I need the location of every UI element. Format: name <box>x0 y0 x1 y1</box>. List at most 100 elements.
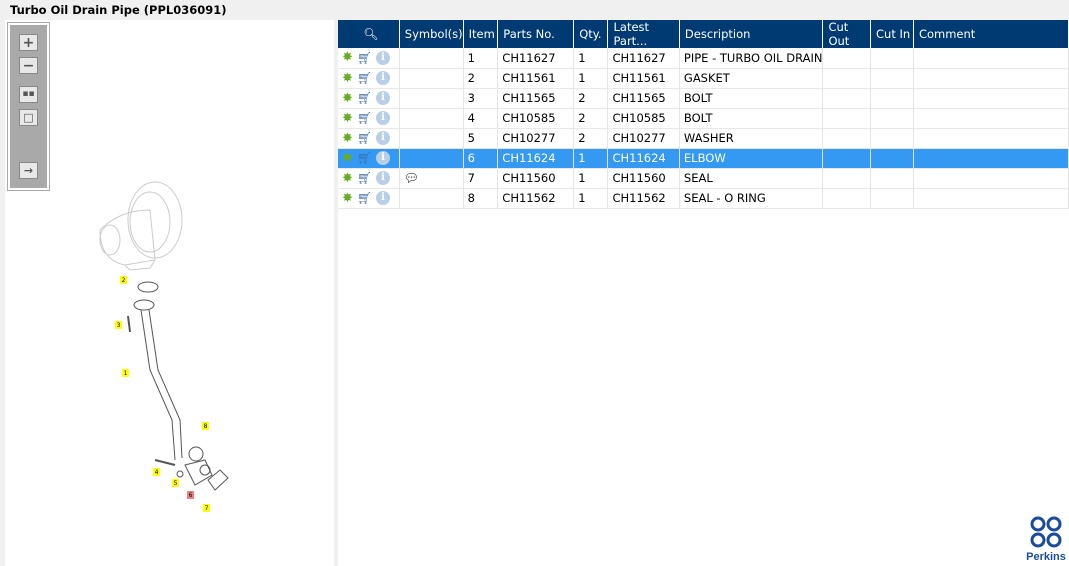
export-button[interactable]: → <box>19 162 38 179</box>
parts-no-cell[interactable]: CH10585 <box>497 108 575 129</box>
row-actions: ✸ 🛒︎ i <box>338 48 400 69</box>
symbol-cell: 💬︎ <box>399 168 464 189</box>
info-icon[interactable]: i <box>376 151 390 165</box>
gear-icon[interactable]: ✸ <box>342 191 354 206</box>
table-row[interactable]: ✸ 🛒︎ i 3 CH11565 2 CH11565 BOLT <box>338 88 1069 109</box>
column-header-comment[interactable]: Comment <box>913 20 1069 48</box>
parts-no-cell[interactable]: CH11560 <box>497 168 575 189</box>
row-actions: ✸ 🛒︎ i <box>338 88 400 109</box>
column-header-description[interactable]: Description <box>679 20 824 48</box>
gear-icon[interactable]: ✸ <box>342 151 354 166</box>
table-row[interactable]: ✸ 🛒︎ i 1 CH11627 1 CH11627 PIPE - TURBO OI… <box>338 48 1069 69</box>
column-header-qty[interactable]: Qty. <box>573 20 609 48</box>
callout-6[interactable]: 6 <box>187 491 194 499</box>
latest-part-cell: CH11624 <box>607 148 680 169</box>
parts-no-cell[interactable]: CH11565 <box>497 88 575 109</box>
description-cell: BOLT <box>679 88 824 109</box>
gear-icon[interactable]: ✸ <box>342 171 354 186</box>
cut-in-cell <box>870 188 914 209</box>
fit-all-button[interactable]: ▪▪ <box>19 86 38 103</box>
callout-3[interactable]: 3 <box>115 321 122 329</box>
svg-text:3: 3 <box>117 322 121 329</box>
column-header-search[interactable]: 🔍︎ <box>338 20 400 48</box>
comment-icon[interactable]: 💬︎ <box>404 171 419 185</box>
latest-part-cell: CH10277 <box>607 128 680 149</box>
square-icon: □ <box>23 111 34 124</box>
fit-window-button[interactable]: □ <box>19 109 38 126</box>
svg-text:8: 8 <box>204 423 208 430</box>
table-row[interactable]: ✸ 🛒︎ i 8 CH11562 1 CH11562 SEAL - O RING <box>338 188 1069 209</box>
info-icon[interactable]: i <box>376 50 390 65</box>
comment-cell <box>913 88 1069 109</box>
cart-icon[interactable]: 🛒︎ <box>357 111 373 125</box>
item-cell: 5 <box>463 128 499 149</box>
gear-icon[interactable]: ✸ <box>342 131 354 146</box>
table-row[interactable]: ✸ 🛒︎ i 4 CH10585 2 CH10585 BOLT <box>338 108 1069 129</box>
grid-icon: ▪▪ <box>22 89 35 99</box>
symbol-cell <box>399 128 464 149</box>
gear-icon[interactable]: ✸ <box>342 91 354 106</box>
parts-no-cell[interactable]: CH11562 <box>497 188 575 209</box>
table-row[interactable]: ✸ 🛒︎ i 5 CH10277 2 CH10277 WASHER <box>338 128 1069 149</box>
row-actions: ✸ 🛒︎ i <box>338 188 400 209</box>
cut-in-cell <box>870 48 914 69</box>
comment-cell <box>913 108 1069 129</box>
parts-no-cell[interactable]: CH11624 <box>497 148 575 169</box>
gear-icon[interactable]: ✸ <box>342 71 354 86</box>
info-icon[interactable]: i <box>376 71 390 85</box>
exploded-parts-drawing[interactable]: 1 2 3 4 5 6 7 8 <box>80 180 260 520</box>
column-header-cut-in[interactable]: Cut In <box>870 20 914 48</box>
latest-part-cell: CH10585 <box>607 108 680 129</box>
cart-icon[interactable]: 🛒︎ <box>357 191 373 205</box>
callout-2[interactable]: 2 <box>120 276 127 284</box>
parts-no-cell[interactable]: CH11561 <box>497 68 575 89</box>
table-row[interactable]: ✸ 🛒︎ i 6 CH11624 1 CH11624 ELBOW <box>338 148 1069 169</box>
row-actions: ✸ 🛒︎ i <box>338 128 400 149</box>
logo-text: Perkins <box>1026 551 1066 563</box>
cart-icon[interactable]: 🛒︎ <box>357 51 373 65</box>
info-icon[interactable]: i <box>376 191 390 205</box>
latest-part-cell: CH11560 <box>607 168 680 189</box>
zoom-in-button[interactable]: + <box>19 34 38 51</box>
gear-icon[interactable]: ✸ <box>342 111 354 126</box>
description-cell: BOLT <box>679 108 824 129</box>
cart-icon[interactable]: 🛒︎ <box>357 151 373 165</box>
info-icon[interactable]: i <box>376 111 390 125</box>
latest-part-cell: CH11561 <box>607 68 680 89</box>
info-icon[interactable]: i <box>376 131 390 145</box>
description-cell: GASKET <box>679 68 824 89</box>
item-cell: 8 <box>463 188 499 209</box>
callout-4[interactable]: 4 <box>153 468 160 476</box>
column-header-symbols[interactable]: Symbol(s) <box>399 20 464 48</box>
row-actions: ✸ 🛒︎ i <box>338 108 400 129</box>
info-icon[interactable]: i <box>376 171 390 185</box>
parts-no-cell[interactable]: CH10277 <box>497 128 575 149</box>
perkins-emblem-icon <box>1030 516 1062 548</box>
search-icon: 🔍︎ <box>363 27 379 41</box>
info-icon[interactable]: i <box>376 91 390 105</box>
table-row[interactable]: ✸ 🛒︎ i 💬︎ 7 CH11560 1 CH11560 SEAL <box>338 168 1069 189</box>
callout-8[interactable]: 8 <box>202 422 209 430</box>
callout-7[interactable]: 7 <box>203 504 210 512</box>
svg-text:4: 4 <box>155 469 159 476</box>
column-header-item[interactable]: Item <box>463 20 499 48</box>
symbol-cell <box>399 188 464 209</box>
svg-text:5: 5 <box>174 480 178 487</box>
callout-5[interactable]: 5 <box>172 479 179 487</box>
cart-icon[interactable]: 🛒︎ <box>357 71 373 85</box>
column-header-latest-part[interactable]: Latest Part... <box>607 20 680 48</box>
cart-icon[interactable]: 🛒︎ <box>357 131 373 145</box>
table-row[interactable]: ✸ 🛒︎ i 2 CH11561 1 CH11561 GASKET <box>338 68 1069 89</box>
qty-cell: 2 <box>573 88 609 109</box>
description-cell: SEAL - O RING <box>679 188 824 209</box>
column-header-cut-out[interactable]: Cut Out <box>822 20 871 48</box>
column-header-parts-no[interactable]: Parts No. <box>497 20 575 48</box>
cart-icon[interactable]: 🛒︎ <box>357 91 373 105</box>
symbol-cell <box>399 88 464 109</box>
callout-1[interactable]: 1 <box>122 369 129 377</box>
cart-icon[interactable]: 🛒︎ <box>357 171 373 185</box>
symbol-cell <box>399 68 464 89</box>
gear-icon[interactable]: ✸ <box>342 50 354 65</box>
zoom-out-button[interactable]: − <box>19 57 38 74</box>
parts-no-cell[interactable]: CH11627 <box>497 48 575 69</box>
